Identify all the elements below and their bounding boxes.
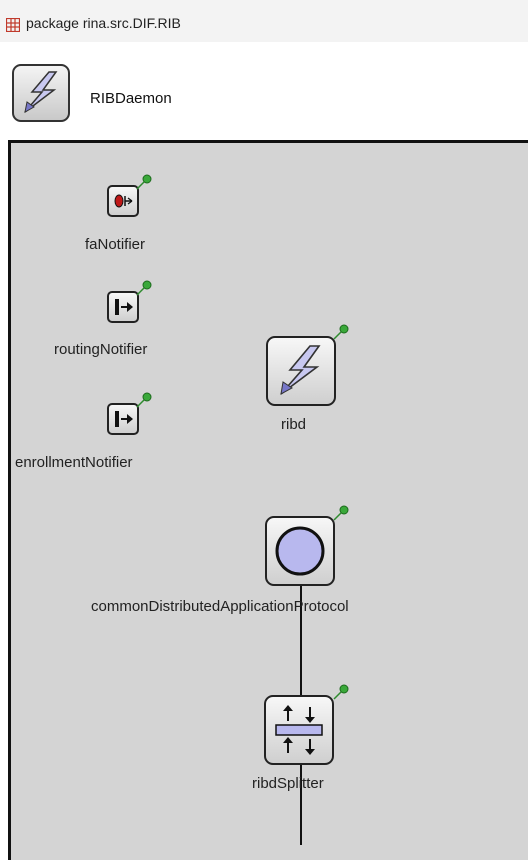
package-bar: package rina.src.DIF.RIB bbox=[0, 0, 528, 42]
pin-icon bbox=[333, 505, 349, 521]
submodule-label: faNotifier bbox=[85, 236, 146, 253]
pin-icon bbox=[136, 280, 152, 296]
submodule-label: routingNotifier bbox=[54, 341, 148, 358]
module-canvas[interactable]: faNotifier routingNotifier enrollmentNot… bbox=[8, 140, 528, 860]
lightning-module-icon bbox=[266, 336, 336, 406]
module-title: RIBDaemon bbox=[90, 90, 172, 107]
pin-icon bbox=[136, 392, 152, 408]
submodule-label: ribdSplitter bbox=[252, 775, 324, 792]
splitter-icon bbox=[264, 695, 334, 765]
circle-protocol-icon bbox=[265, 516, 335, 586]
module-header: RIBDaemon bbox=[0, 42, 528, 140]
pin-icon bbox=[136, 174, 152, 190]
submodule-label: commonDistributedApplicationProtocol bbox=[91, 598, 349, 615]
package-label: package rina.src.DIF.RIB bbox=[26, 15, 181, 31]
pin-icon bbox=[333, 684, 349, 700]
submodule-label: ribd bbox=[281, 416, 307, 433]
submodule-label: enrollmentNotifier bbox=[15, 454, 133, 471]
module-icon-button[interactable] bbox=[12, 64, 70, 122]
lightning-module-icon bbox=[24, 71, 58, 113]
pin-icon bbox=[333, 324, 349, 340]
package-grid-icon bbox=[6, 18, 20, 32]
